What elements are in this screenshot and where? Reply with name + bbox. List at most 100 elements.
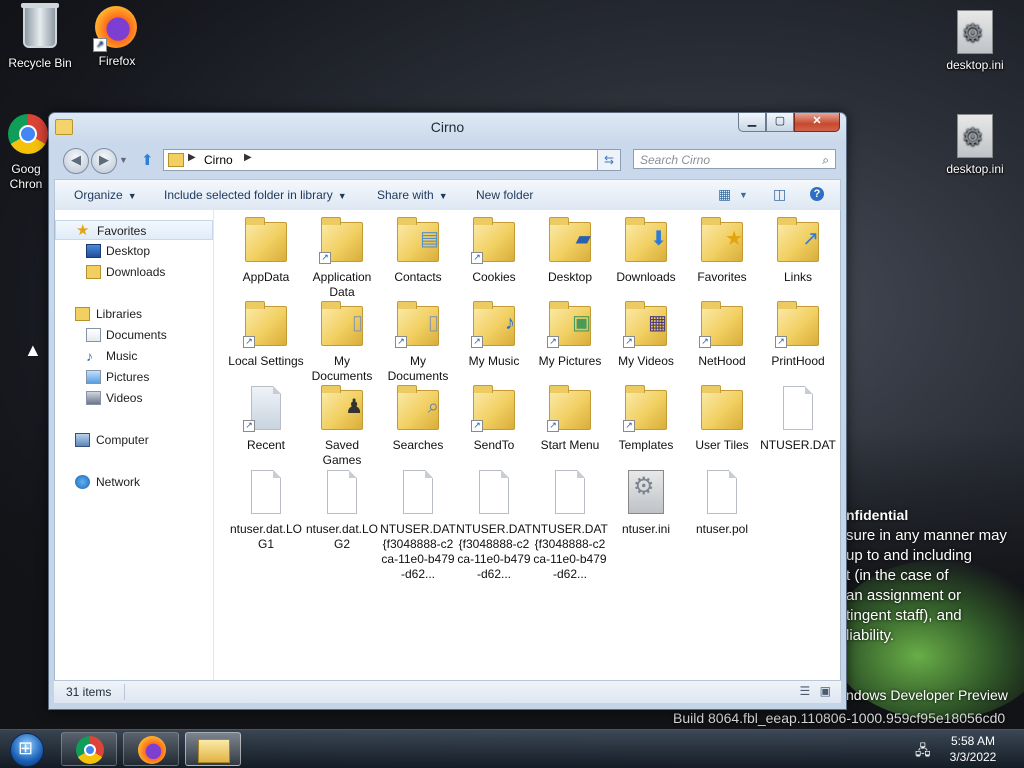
folder-item-application-data[interactable]: ↗ Application Data <box>304 214 380 300</box>
up-level-button[interactable]: ⬆ <box>141 151 154 169</box>
folder-item-nethood[interactable]: ↗ NetHood <box>684 298 760 369</box>
share-with-button[interactable]: Share with ▼ <box>377 188 448 202</box>
taskbar-chrome-button[interactable] <box>61 732 117 766</box>
change-view-icon[interactable]: ▦ <box>718 186 731 203</box>
folder-item-my-videos[interactable]: ▦ ↗ My Videos <box>608 298 684 369</box>
search-input[interactable]: Search Cirno ⌕ <box>633 149 836 169</box>
large-icons-view-icon[interactable]: ▣ <box>820 684 831 698</box>
desktop-ini-icon-2[interactable]: desktop.ini <box>935 114 1015 176</box>
folder-item-saved-games[interactable]: ♟ Saved Games <box>304 382 380 468</box>
folder-item-local-settings[interactable]: ↗ Local Settings <box>228 298 304 369</box>
forward-button[interactable]: ▶ <box>91 148 117 174</box>
shortcut-arrow-icon: ↗ <box>547 420 559 432</box>
item-label: NTUSER.DAT{f3048888-c2ca-11e0-b479-d62..… <box>380 522 456 581</box>
folder-item-appdata[interactable]: AppData <box>228 214 304 285</box>
item-label: NTUSER.DAT <box>760 438 836 452</box>
nav-libraries[interactable]: Libraries <box>55 304 213 324</box>
chrome-desktop-icon[interactable]: Goog Chron <box>0 114 54 192</box>
folder-item-sendto[interactable]: ↗ SendTo <box>456 382 532 453</box>
chevron-down-icon: ▼ <box>438 191 448 201</box>
maximize-button[interactable]: ▢ <box>766 113 794 132</box>
file-item-ntuser-pol[interactable]: ntuser.pol <box>684 466 760 537</box>
folder-item-my-pictures[interactable]: ▣ ↗ My Pictures <box>532 298 608 369</box>
network-tray-icon[interactable]: 🖧 <box>915 740 931 764</box>
folder-item-contacts[interactable]: ▤ Contacts <box>380 214 456 285</box>
folder-item-searches[interactable]: ⌕ Searches <box>380 382 456 453</box>
file-icon <box>555 470 585 514</box>
firefox-desktop-icon[interactable]: ↗ Firefox <box>77 6 157 68</box>
file-item-ntuser-guid-1[interactable]: NTUSER.DAT{f3048888-c2ca-11e0-b479-d62..… <box>380 466 456 582</box>
refresh-button[interactable]: ⇆ <box>597 149 621 171</box>
view-dropdown-icon[interactable]: ▼ <box>739 190 748 200</box>
file-item-ntuser-guid-2[interactable]: NTUSER.DAT{f3048888-c2ca-11e0-b479-d62..… <box>456 466 532 582</box>
folder-item-printhood[interactable]: ↗ PrintHood <box>760 298 836 369</box>
watermark-line: an assignment or <box>846 587 962 604</box>
breadcrumb-cirno[interactable]: Cirno <box>204 153 233 167</box>
nav-downloads[interactable]: Downloads <box>55 262 213 282</box>
desktop-ini-icon-1[interactable]: desktop.ini <box>935 10 1015 72</box>
search-icon[interactable]: ⌕ <box>822 150 829 170</box>
file-item-ntuser-ini[interactable]: ntuser.ini <box>608 466 684 537</box>
folder-item-my-music[interactable]: ♪ ↗ My Music <box>456 298 532 369</box>
nav-videos[interactable]: Videos <box>55 388 213 408</box>
recent-pages-dropdown[interactable]: ▼ <box>119 155 128 165</box>
nav-pictures[interactable]: Pictures <box>55 367 213 387</box>
folder-item-links[interactable]: ↗ Links <box>760 214 836 285</box>
desktop-icon-label: desktop.ini <box>946 162 1004 176</box>
help-icon[interactable]: ? <box>810 187 824 201</box>
status-bar: 31 items ☰ ▣ <box>54 680 841 703</box>
nav-documents[interactable]: Documents <box>55 325 213 345</box>
nav-music[interactable]: ♪ Music <box>55 346 213 366</box>
nav-computer[interactable]: Computer <box>55 430 213 450</box>
recycle-bin-desktop-icon[interactable]: Recycle Bin <box>0 3 80 70</box>
desktop-icon-label: desktop.ini <box>946 58 1004 72</box>
chevron-down-icon: ▼ <box>337 191 347 201</box>
file-item-ntuser-dat[interactable]: NTUSER.DAT <box>760 382 836 453</box>
desktop-icon-label: Goog Chron <box>9 162 43 191</box>
minimize-button[interactable]: ▁ <box>738 113 766 132</box>
file-icon <box>707 470 737 514</box>
file-item-ntuser-guid-3[interactable]: NTUSER.DAT{f3048888-c2ca-11e0-b479-d62..… <box>532 466 608 582</box>
film-icon: ▦ <box>648 312 667 334</box>
chevron-right-icon[interactable]: ▶ <box>244 152 252 163</box>
address-bar[interactable]: ▶ Cirno ▶ ▼ <box>163 149 615 171</box>
file-item-ntuser-log2[interactable]: ntuser.dat.LOG2 <box>304 466 380 552</box>
refresh-icon: ⇆ <box>603 153 615 167</box>
folder-item-favorites[interactable]: ★ Favorites <box>684 214 760 285</box>
file-item-ntuser-log1[interactable]: ntuser.dat.LOG1 <box>228 466 304 552</box>
include-in-library-button[interactable]: Include selected folder in library ▼ <box>164 188 347 202</box>
back-button[interactable]: ◀ <box>63 148 89 174</box>
folder-item-user-tiles[interactable]: User Tiles <box>684 382 760 453</box>
contacts-card-icon: ▤ <box>420 228 439 250</box>
recent-items-icon <box>251 386 281 430</box>
desktop-icon <box>86 244 101 258</box>
taskbar-explorer-button[interactable] <box>185 732 241 766</box>
item-label: PrintHood <box>771 354 825 368</box>
shortcut-arrow-icon: ↗ <box>623 420 635 432</box>
folder-item-downloads[interactable]: ⬇ Downloads <box>608 214 684 285</box>
nav-desktop[interactable]: Desktop <box>55 241 213 261</box>
watermark-line: up to and including <box>846 547 972 564</box>
folder-item-cookies[interactable]: ↗ Cookies <box>456 214 532 285</box>
new-folder-button[interactable]: New folder <box>476 188 533 202</box>
folder-item-start-menu[interactable]: ↗ Start Menu <box>532 382 608 453</box>
close-button[interactable]: ✕ <box>794 113 840 132</box>
watermark-line: tingent staff), and <box>846 607 962 624</box>
preview-pane-icon[interactable]: ◫ <box>773 186 786 203</box>
folder-item-templates[interactable]: ↗ Templates <box>608 382 684 453</box>
nav-network[interactable]: Network <box>55 472 213 492</box>
title-bar[interactable]: Cirno ▁ ▢ ✕ <box>49 113 846 141</box>
nav-favorites[interactable]: ★ Favorites <box>55 220 213 240</box>
organize-button[interactable]: Organize ▼ <box>74 188 137 202</box>
folder-item-desktop[interactable]: ▰ Desktop <box>532 214 608 285</box>
folder-item-my-documents-shortcut[interactable]: ▯ ↗ My Documents <box>380 298 456 384</box>
command-bar: Organize ▼ Include selected folder in lib… <box>54 179 841 211</box>
details-view-icon[interactable]: ☰ <box>800 684 811 698</box>
folder-item-recent[interactable]: ↗ Recent <box>228 382 304 453</box>
chevron-right-icon[interactable]: ▶ <box>188 152 196 163</box>
folder-item-my-documents[interactable]: ▯ My Documents <box>304 298 380 384</box>
taskbar-firefox-button[interactable] <box>123 732 179 766</box>
folder-icon <box>701 385 743 430</box>
start-button[interactable] <box>4 730 48 768</box>
clock[interactable]: 5:58 AM 3/3/2022 <box>938 733 1008 765</box>
